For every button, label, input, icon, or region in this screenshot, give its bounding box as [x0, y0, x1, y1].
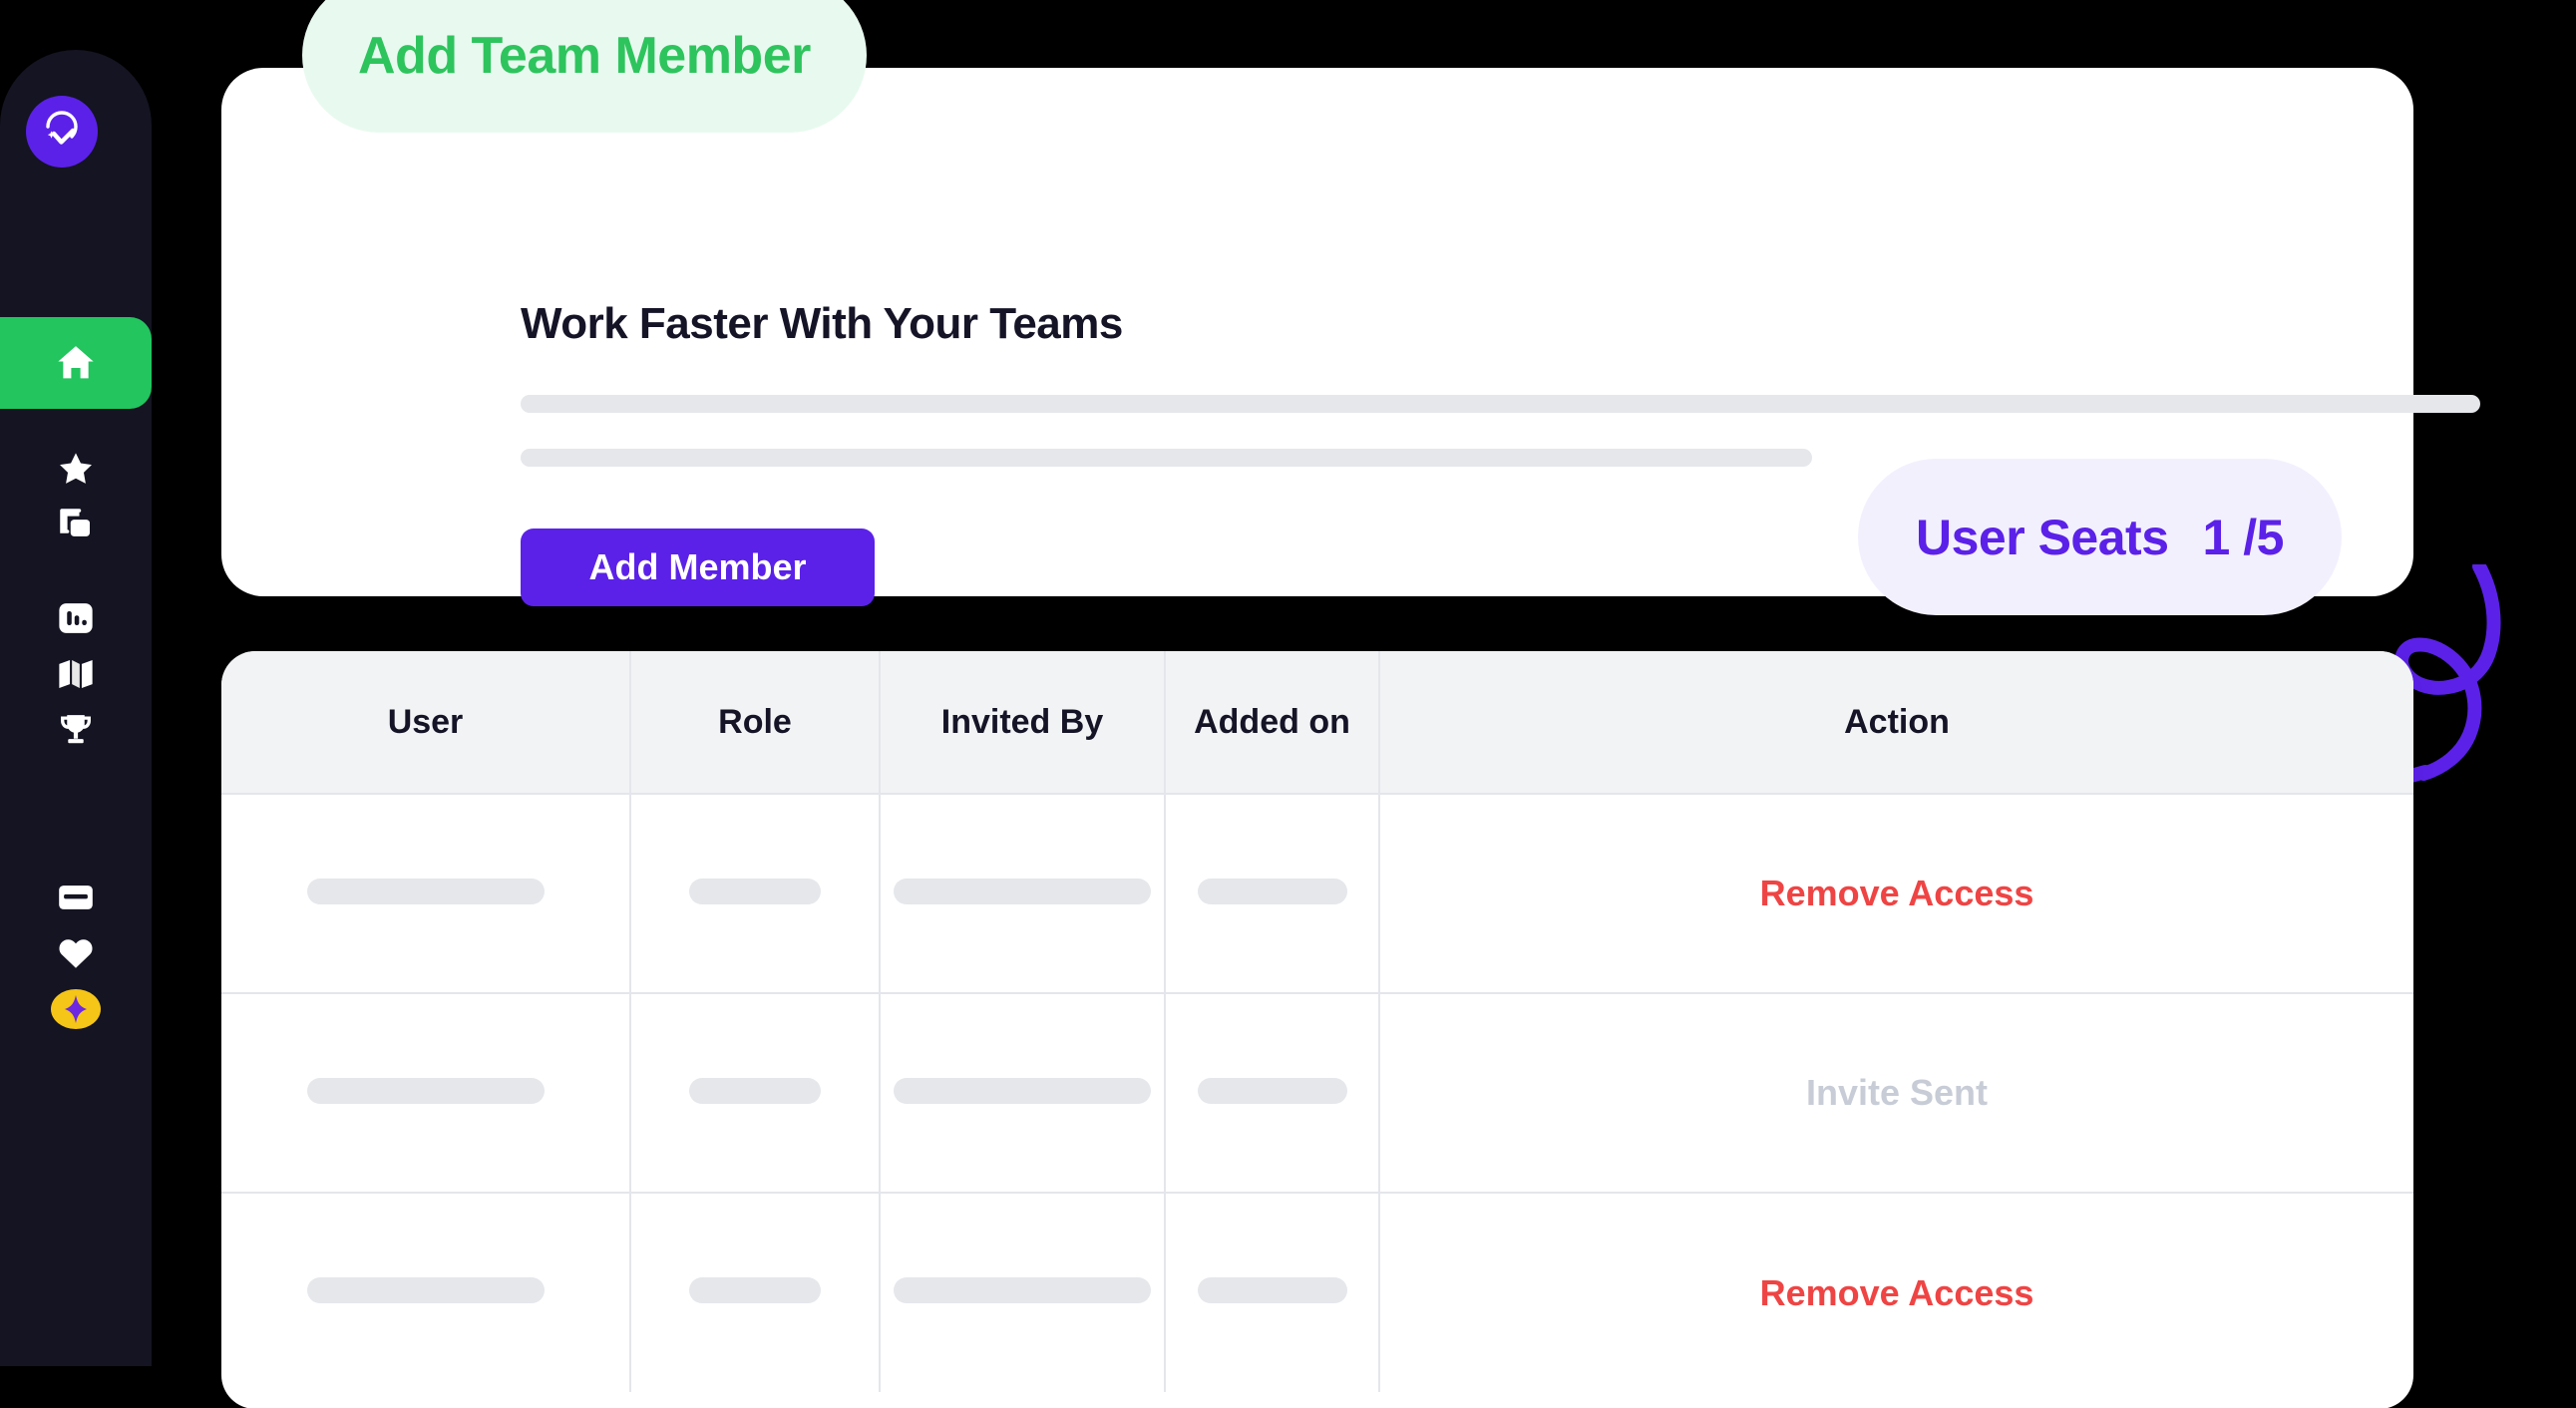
cell-action: Invite Sent — [1379, 992, 2413, 1193]
location-pin-check-logo-icon — [40, 107, 84, 158]
page-title: Work Faster With Your Teams — [521, 299, 1123, 348]
user-placeholder — [306, 878, 545, 904]
sidebar-item-duplicate[interactable] — [0, 479, 152, 570]
team-members-table: User Role Invited By Added on Action Rem… — [221, 651, 2413, 1392]
cell-user — [221, 793, 631, 993]
table-header-row: User Role Invited By Added on Action — [221, 651, 2413, 794]
added-on-placeholder — [1197, 878, 1347, 904]
table-row: Remove Access — [221, 1192, 2413, 1392]
invited-by-placeholder — [894, 1277, 1151, 1303]
sidebar-item-achievements[interactable] — [0, 684, 152, 776]
cell-user — [221, 992, 631, 1193]
app-logo[interactable] — [26, 96, 98, 168]
skeleton-line-2 — [521, 449, 1812, 467]
cell-added-on — [1165, 793, 1380, 993]
role-placeholder — [689, 1277, 821, 1303]
invited-by-placeholder — [894, 1077, 1151, 1104]
screenshot-root: Work Faster With Your Teams Add Member A… — [0, 0, 2576, 1408]
cell-added-on — [1165, 1192, 1380, 1392]
user-placeholder — [306, 1277, 545, 1303]
team-members-table-card: User Role Invited By Added on Action Rem… — [221, 651, 2413, 1408]
cell-role — [630, 1192, 881, 1392]
column-header-action[interactable]: Action — [1379, 651, 2413, 794]
column-header-added-on[interactable]: Added on — [1165, 651, 1380, 794]
cell-role — [630, 793, 881, 993]
cell-invited-by — [880, 992, 1166, 1193]
table-head: User Role Invited By Added on Action — [221, 651, 2413, 794]
user-seats-label: User Seats — [1916, 509, 2169, 565]
added-on-placeholder — [1197, 1077, 1347, 1104]
user-seats-badge: User Seats 1 /5 — [1858, 459, 2342, 615]
copy-icon — [55, 504, 97, 545]
user-placeholder — [306, 1077, 545, 1104]
cell-role — [630, 992, 881, 1193]
invite-sent-status: Invite Sent — [1805, 1072, 1989, 1113]
cell-action: Remove Access — [1379, 793, 2413, 993]
column-header-invited-by[interactable]: Invited By — [880, 651, 1166, 794]
column-header-role[interactable]: Role — [630, 651, 881, 794]
invited-by-placeholder — [894, 878, 1151, 904]
table-row: Invite Sent — [221, 992, 2413, 1193]
added-on-placeholder — [1197, 1277, 1347, 1303]
sidebar-item-home[interactable] — [0, 317, 152, 409]
add-member-button[interactable]: Add Member — [521, 528, 875, 606]
sidebar — [0, 50, 152, 1366]
cell-user — [221, 1192, 631, 1392]
user-seats-value: 1 /5 — [2202, 509, 2285, 565]
home-icon — [53, 340, 99, 386]
cell-action: Remove Access — [1379, 1192, 2413, 1392]
remove-access-link[interactable]: Remove Access — [1760, 1272, 2034, 1313]
cell-added-on — [1165, 992, 1380, 1193]
add-team-member-badge: Add Team Member — [302, 0, 867, 133]
table-row: Remove Access — [221, 793, 2413, 993]
skeleton-line-1 — [521, 395, 2480, 413]
table-body: Remove Access Invite Sent Remove Access — [221, 793, 2413, 1392]
sparkle-icon — [47, 985, 105, 1033]
sidebar-item-premium[interactable] — [0, 963, 152, 1055]
role-placeholder — [689, 1077, 821, 1104]
trophy-icon — [55, 709, 97, 751]
remove-access-link[interactable]: Remove Access — [1760, 873, 2034, 913]
column-header-user[interactable]: User — [221, 651, 631, 794]
cell-invited-by — [880, 793, 1166, 993]
role-placeholder — [689, 878, 821, 904]
cell-invited-by — [880, 1192, 1166, 1392]
